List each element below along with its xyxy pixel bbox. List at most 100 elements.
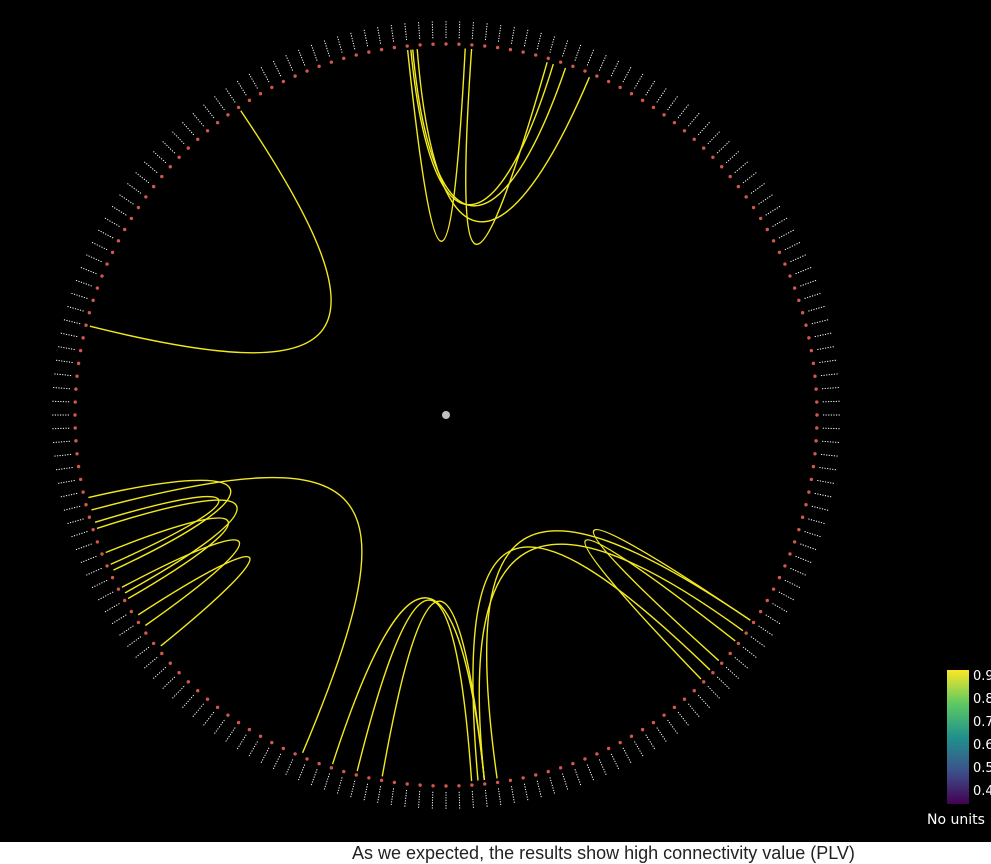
node-dot: [777, 250, 782, 255]
node-label-tick: [820, 373, 838, 377]
node-dot: [405, 782, 409, 786]
node-dot: [354, 773, 358, 777]
node-label-tick: [63, 505, 81, 511]
node-label-tick: [336, 777, 343, 794]
node-dot: [215, 120, 220, 125]
node-dot: [444, 42, 448, 46]
node-label-tick: [549, 777, 556, 794]
node-dot: [226, 113, 230, 117]
node-label-tick: [536, 32, 542, 50]
node-label-tick: [586, 764, 595, 781]
node-label-tick: [104, 217, 120, 227]
node-dot: [367, 50, 371, 54]
node-dot: [811, 361, 816, 366]
node-label-tick: [804, 292, 821, 299]
node-dot: [87, 515, 92, 519]
connection-curve: [412, 49, 567, 207]
connection-curve: [89, 110, 332, 354]
node-label-tick: [272, 60, 282, 77]
node-label-tick: [80, 266, 97, 275]
node-dot: [595, 74, 599, 78]
node-label-tick: [549, 36, 556, 53]
node-label-tick: [350, 780, 356, 798]
center-marker: [442, 411, 450, 419]
node-label-tick: [225, 88, 236, 103]
node-dot: [160, 174, 164, 179]
node-label-tick: [586, 49, 595, 66]
node-label-tick: [80, 555, 97, 564]
node-label-tick: [820, 453, 838, 457]
node-label-tick: [111, 614, 127, 625]
node-label-tick: [162, 140, 176, 154]
node-label-tick: [667, 719, 678, 735]
node-dot: [305, 757, 309, 761]
node-dot: [444, 784, 448, 788]
node-dot: [160, 651, 164, 656]
colorbar-gradient: [947, 670, 969, 804]
node-dot: [84, 503, 88, 507]
node-dot: [329, 60, 334, 64]
node-label-tick: [297, 764, 306, 781]
node-label-tick: [52, 427, 70, 430]
node-label-tick: [598, 759, 607, 776]
node-dot: [736, 641, 741, 646]
node-label-tick: [91, 579, 108, 589]
node-dot: [815, 413, 819, 417]
node-dot: [95, 540, 100, 544]
node-label-tick: [418, 21, 421, 39]
node-dot: [342, 56, 346, 61]
node-dot: [758, 216, 763, 221]
node-dot: [75, 452, 79, 456]
node-label-tick: [192, 112, 205, 127]
node-label-tick: [119, 194, 134, 205]
node-label-tick: [734, 656, 749, 669]
node-label-tick: [677, 104, 689, 119]
node-dot: [418, 783, 422, 787]
node-label-tick: [758, 625, 773, 636]
node-dot: [392, 45, 397, 50]
connectivity-viewport[interactable]: 0.9 0.8 0.7 0.6 0.5 0.4 No units: [0, 0, 991, 842]
node-label-tick: [622, 66, 632, 83]
node-label-tick: [778, 591, 795, 601]
node-label-tick: [734, 161, 749, 174]
node-label-tick: [52, 400, 70, 403]
node-dot: [618, 740, 622, 745]
node-label-tick: [57, 479, 75, 484]
node-dot: [651, 105, 656, 110]
node-dot: [116, 239, 121, 243]
node-dot: [293, 74, 297, 78]
node-dot: [558, 60, 563, 64]
node-label-tick: [67, 518, 84, 525]
node-dot: [457, 42, 461, 46]
node-dot: [672, 705, 677, 710]
node-label-tick: [822, 427, 840, 430]
node-dot: [226, 713, 230, 717]
node-label-tick: [795, 266, 812, 275]
node-dot: [692, 137, 696, 141]
node-dot: [662, 113, 666, 117]
node-dot: [76, 464, 81, 469]
node-label-tick: [260, 66, 270, 83]
node-label-tick: [814, 492, 832, 498]
node-dot: [736, 184, 741, 189]
node-dot: [87, 311, 92, 315]
node-label-tick: [91, 241, 108, 251]
node-dot: [720, 165, 724, 169]
node-label-tick: [135, 646, 150, 658]
node-dot: [807, 490, 811, 494]
node-dot: [457, 784, 461, 788]
node-dot: [470, 783, 474, 787]
node-label-tick: [203, 711, 215, 726]
node-dot: [751, 205, 756, 210]
connection-curve: [94, 495, 220, 565]
node-dot: [813, 374, 817, 378]
node-label-tick: [742, 172, 757, 184]
node-label-tick: [71, 531, 88, 538]
node-dot: [105, 262, 109, 266]
node-label-tick: [656, 727, 667, 742]
node-label-tick: [171, 685, 185, 699]
node-label-tick: [772, 217, 788, 227]
node-label-tick: [817, 346, 835, 351]
node-label-tick: [67, 305, 84, 312]
node-dot: [196, 137, 200, 141]
